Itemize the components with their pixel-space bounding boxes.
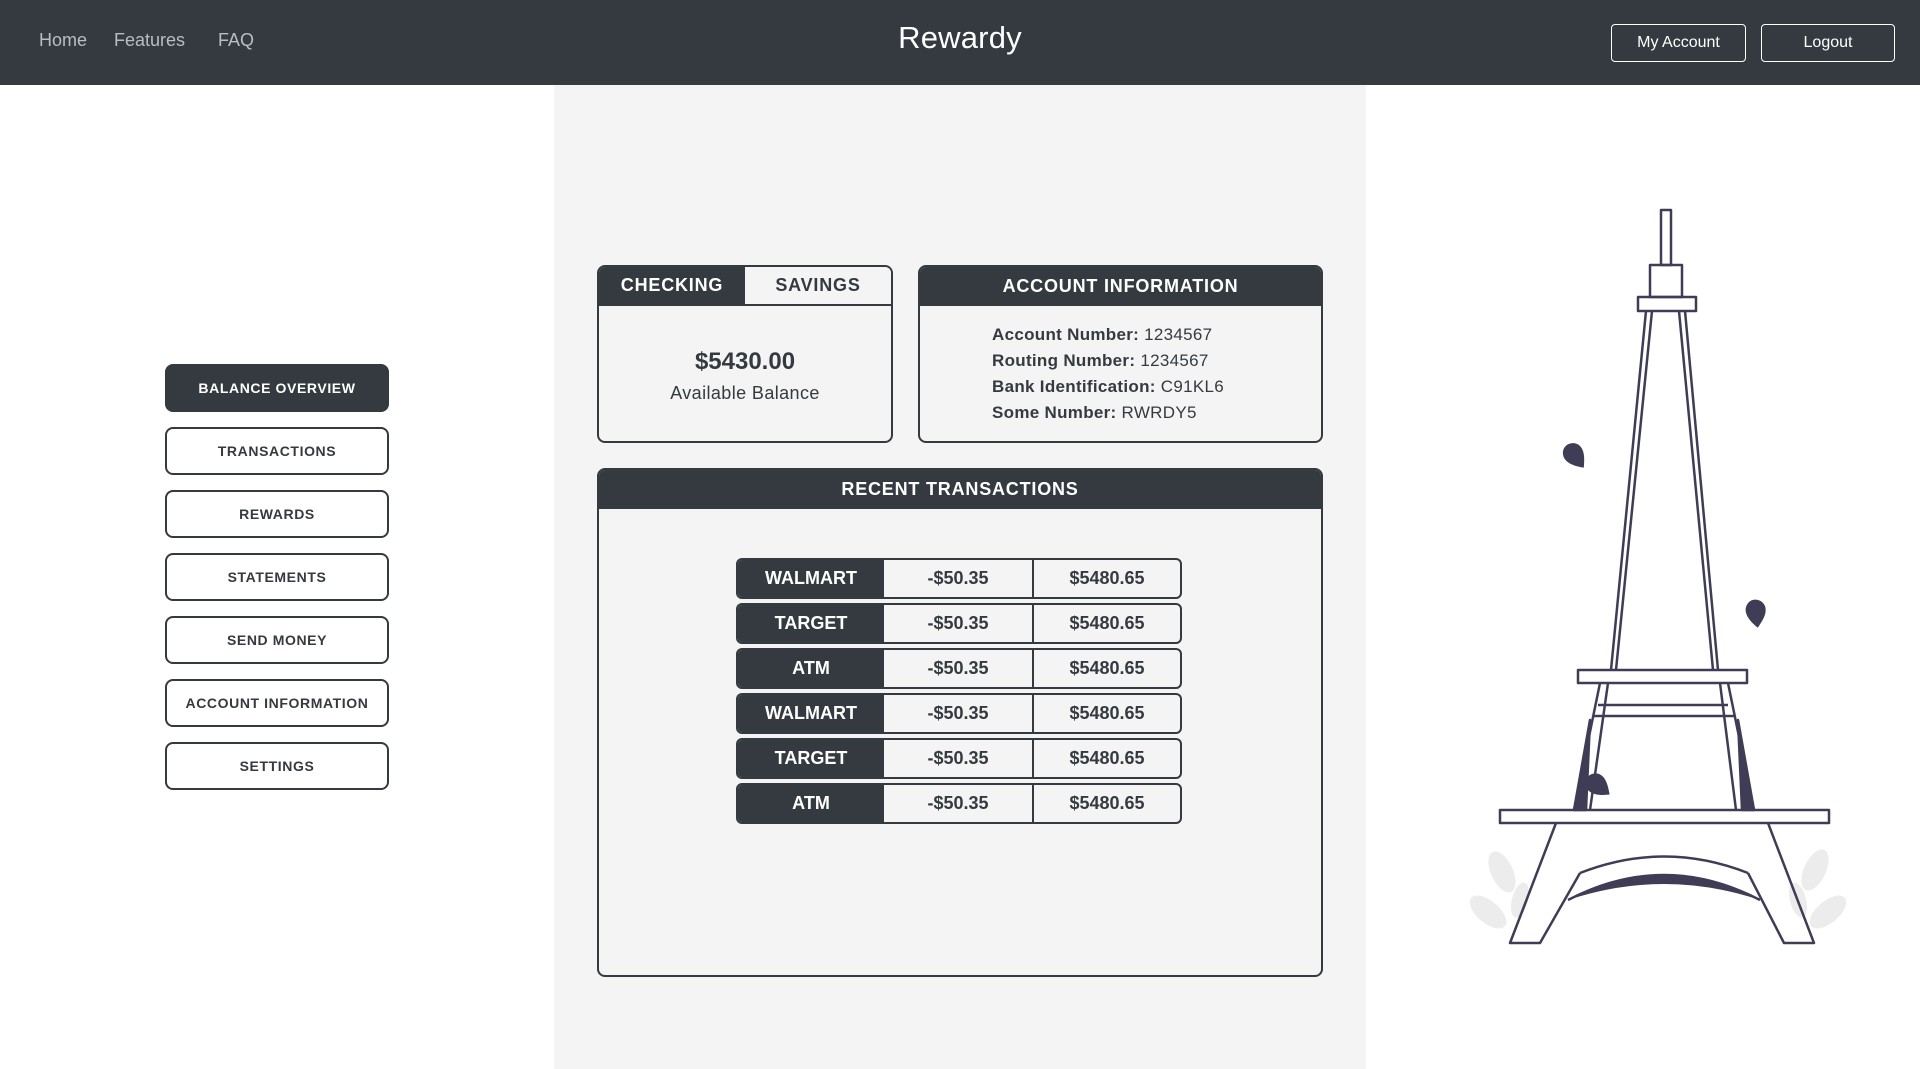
eiffel-tower-illustration — [1469, 200, 1850, 960]
sidebar-item-statements[interactable]: STATEMENTS — [165, 553, 389, 601]
balance-label: Available Balance — [670, 383, 820, 403]
recent-transactions-card: RECENT TRANSACTIONS WALMART -$50.35 $548… — [597, 468, 1323, 977]
info-value: 1234567 — [1140, 351, 1209, 370]
balance-card: CHECKING SAVINGS $5430.00 Available Bala… — [597, 265, 893, 443]
account-info-title: ACCOUNT INFORMATION — [920, 267, 1321, 306]
eiffel-tower-icon — [1469, 208, 1847, 945]
info-value: RWRDY5 — [1121, 403, 1197, 422]
arch-fill — [1568, 875, 1760, 900]
table-row[interactable]: WALMART -$50.35 $5480.65 — [736, 558, 1182, 599]
info-value: C91KL6 — [1160, 377, 1224, 396]
tx-amount: -$50.35 — [884, 605, 1034, 642]
table-row[interactable]: WALMART -$50.35 $5480.65 — [736, 693, 1182, 734]
tx-merchant: TARGET — [738, 605, 884, 642]
routing-number-row: Routing Number: 1234567 — [992, 348, 1321, 374]
sidebar-item-transactions[interactable]: TRANSACTIONS — [165, 427, 389, 475]
table-row[interactable]: ATM -$50.35 $5480.65 — [736, 783, 1182, 824]
info-label: Routing Number: — [992, 351, 1136, 370]
main-content-panel: CHECKING SAVINGS $5430.00 Available Bala… — [554, 85, 1366, 1069]
tx-balance: $5480.65 — [1069, 703, 1145, 723]
account-info-card: ACCOUNT INFORMATION Account Number: 1234… — [918, 265, 1323, 443]
sidebar-item-account-information[interactable]: ACCOUNT INFORMATION — [165, 679, 389, 727]
bank-identification-row: Bank Identification: C91KL6 — [992, 374, 1321, 400]
tx-merchant: TARGET — [738, 740, 884, 777]
table-row[interactable]: TARGET -$50.35 $5480.65 — [736, 738, 1182, 779]
tx-amount: -$50.35 — [884, 560, 1034, 597]
heart-icons — [1562, 443, 1766, 795]
top-navbar: Home Features FAQ Rewardy My Account Log… — [0, 0, 1920, 85]
info-label: Some Number: — [992, 403, 1117, 422]
tx-balance: $5480.65 — [1069, 568, 1145, 588]
sidebar-item-balance-overview[interactable]: BALANCE OVERVIEW — [165, 364, 389, 412]
my-account-button[interactable]: My Account — [1611, 24, 1746, 62]
transactions-title: RECENT TRANSACTIONS — [599, 470, 1321, 509]
sidebar-item-send-money[interactable]: SEND MONEY — [165, 616, 389, 664]
tx-merchant: WALMART — [738, 695, 884, 732]
tab-savings[interactable]: SAVINGS — [745, 267, 891, 304]
tx-balance: $5480.65 — [1069, 748, 1145, 768]
sidebar-item-settings[interactable]: SETTINGS — [165, 742, 389, 790]
tab-checking[interactable]: CHECKING — [599, 267, 745, 304]
tx-amount: -$50.35 — [884, 650, 1034, 687]
tx-balance: $5480.65 — [1069, 793, 1145, 813]
tx-amount: -$50.35 — [884, 785, 1034, 822]
account-type-tabs: CHECKING SAVINGS — [599, 267, 891, 306]
transactions-table: WALMART -$50.35 $5480.65 TARGET -$50.35 … — [736, 558, 1182, 828]
table-row[interactable]: ATM -$50.35 $5480.65 — [736, 648, 1182, 689]
balance-amount: $5430.00 — [694, 348, 796, 375]
account-info-list: Account Number: 1234567 Routing Number: … — [920, 306, 1321, 426]
logout-button[interactable]: Logout — [1761, 24, 1895, 62]
tx-merchant: WALMART — [738, 560, 884, 597]
info-label: Bank Identification: — [992, 377, 1156, 396]
tx-merchant: ATM — [738, 650, 884, 687]
info-value: 1234567 — [1144, 325, 1213, 344]
sidebar-item-rewards[interactable]: REWARDS — [165, 490, 389, 538]
account-number-row: Account Number: 1234567 — [992, 322, 1321, 348]
tx-balance: $5480.65 — [1069, 613, 1145, 633]
tx-balance: $5480.65 — [1069, 658, 1145, 678]
table-row[interactable]: TARGET -$50.35 $5480.65 — [736, 603, 1182, 644]
tx-amount: -$50.35 — [884, 740, 1034, 777]
info-label: Account Number: — [992, 325, 1140, 344]
tx-merchant: ATM — [738, 785, 884, 822]
some-number-row: Some Number: RWRDY5 — [992, 400, 1321, 426]
tx-amount: -$50.35 — [884, 695, 1034, 732]
